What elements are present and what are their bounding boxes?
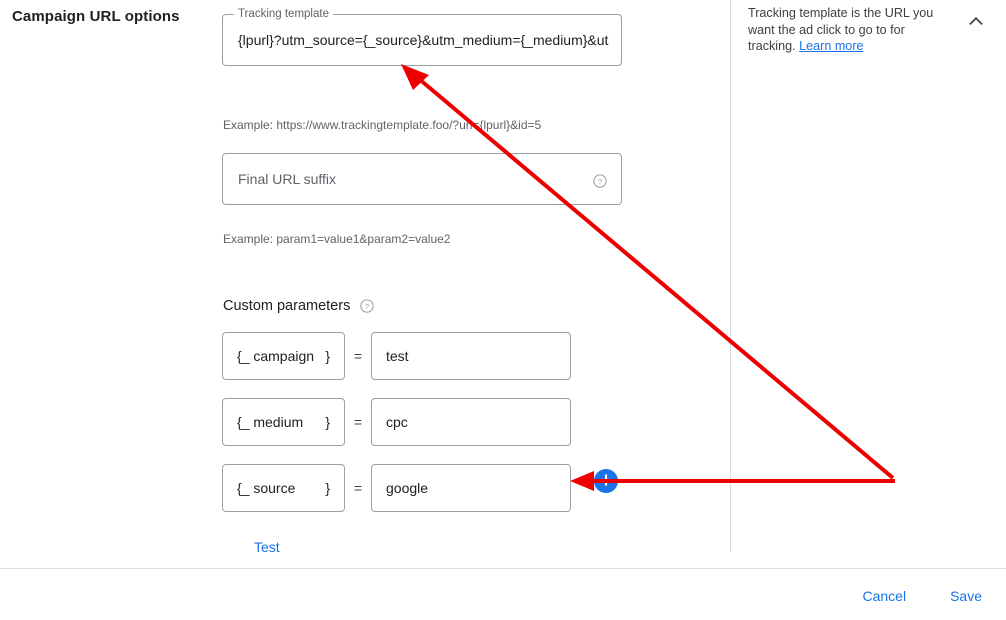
tracking-template-value: {lpurl}?utm_source={_source}&utm_medium=…	[238, 32, 609, 48]
table-row: {_ medium } = cpc	[222, 398, 571, 446]
cancel-button[interactable]: Cancel	[852, 580, 916, 612]
footer-actions: Cancel Save	[852, 580, 992, 612]
custom-parameter-value-input[interactable]: cpc	[371, 398, 571, 446]
help-circle-icon[interactable]: ?	[592, 172, 608, 190]
equals-sign: =	[353, 414, 363, 430]
panel-divider	[730, 0, 731, 552]
custom-parameter-value-input[interactable]: test	[371, 332, 571, 380]
tracking-template-example: Example: https://www.trackingtemplate.fo…	[223, 118, 542, 132]
custom-parameter-value-input[interactable]: google	[371, 464, 571, 512]
plus-icon	[597, 471, 615, 492]
custom-parameter-key-input[interactable]: {_ medium }	[222, 398, 345, 446]
final-url-suffix-example: Example: param1=value1&param2=value2	[223, 232, 451, 246]
collapse-panel-button[interactable]	[960, 6, 992, 38]
custom-parameters-label: Custom parameters	[223, 298, 351, 315]
table-row: {_ campaign } = test	[222, 332, 571, 380]
svg-text:?: ?	[598, 177, 602, 186]
custom-parameter-key-text: _ campaign	[241, 348, 315, 364]
add-parameter-button[interactable]	[594, 469, 618, 493]
tracking-template-input[interactable]: Tracking template {lpurl}?utm_source={_s…	[222, 7, 622, 66]
custom-parameter-value-text: test	[386, 348, 409, 364]
custom-parameter-key-input[interactable]: {_ source }	[222, 464, 345, 512]
equals-sign: =	[353, 348, 363, 364]
footer-divider	[0, 568, 1006, 569]
svg-text:?: ?	[365, 302, 369, 311]
final-url-suffix-field-group: Final URL suffix ?	[222, 153, 622, 205]
help-panel: Tracking template is the URL you want th…	[748, 5, 948, 55]
chevron-up-icon	[965, 10, 987, 35]
page-title: Campaign URL options	[12, 8, 180, 25]
equals-sign: =	[353, 480, 363, 496]
annotation-overlay	[401, 64, 895, 491]
close-brace: }	[325, 414, 330, 430]
custom-parameter-value-text: google	[386, 480, 429, 496]
close-brace: }	[325, 480, 330, 496]
help-panel-text: Tracking template is the URL you want th…	[748, 5, 948, 55]
custom-parameter-key-text: _ source	[241, 480, 296, 496]
custom-parameter-key-text: _ medium	[241, 414, 304, 430]
table-row: {_ source } = google	[222, 464, 571, 512]
close-brace: }	[325, 348, 330, 364]
custom-parameter-value-text: cpc	[386, 414, 408, 430]
help-circle-icon[interactable]: ?	[359, 298, 375, 314]
final-url-suffix-input[interactable]: Final URL suffix ?	[222, 153, 622, 205]
tracking-template-field-group: Tracking template {lpurl}?utm_source={_s…	[222, 7, 622, 66]
custom-parameters-header: Custom parameters ?	[223, 298, 375, 314]
learn-more-link[interactable]: Learn more	[799, 39, 863, 53]
custom-parameter-key-input[interactable]: {_ campaign }	[222, 332, 345, 380]
test-link[interactable]: Test	[246, 533, 288, 561]
annotation-arrow-horizontal	[570, 471, 895, 491]
final-url-suffix-placeholder: Final URL suffix	[238, 171, 337, 187]
save-button[interactable]: Save	[940, 580, 992, 612]
